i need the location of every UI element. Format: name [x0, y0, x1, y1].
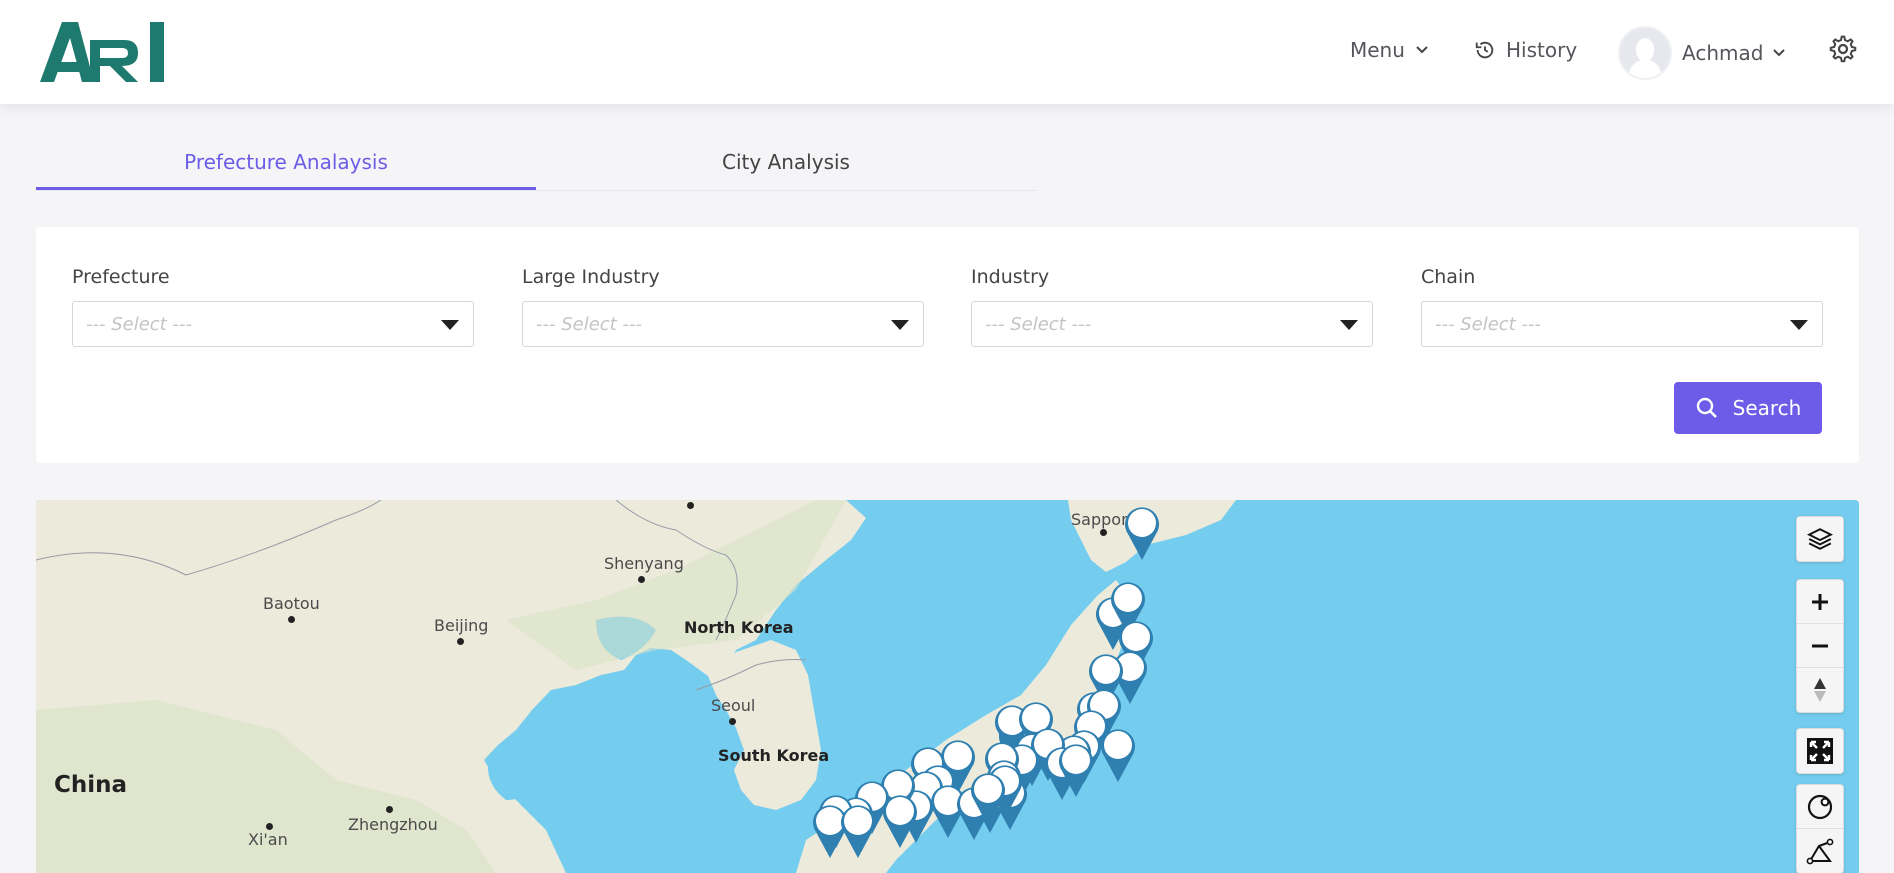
- map-pin-icon[interactable]: [1054, 741, 1098, 799]
- gear-icon[interactable]: [1828, 34, 1858, 64]
- menu-dropdown[interactable]: Menu: [1350, 38, 1429, 62]
- tab-city-analysis[interactable]: City Analysis: [536, 138, 1036, 188]
- prefecture-field: Prefecture --- Select ---: [72, 265, 474, 347]
- caret-down-icon: [1340, 320, 1358, 330]
- chevron-down-icon: [1773, 49, 1786, 57]
- city-dot: [266, 823, 273, 830]
- search-label: Search: [1732, 396, 1802, 420]
- search-button[interactable]: Search: [1674, 382, 1822, 434]
- search-icon: [1696, 397, 1717, 418]
- map-label-shenyang: Shenyang: [604, 554, 684, 573]
- map-label-china: China: [54, 772, 128, 798]
- city-dot: [457, 638, 464, 645]
- large-industry-select[interactable]: --- Select ---: [522, 301, 924, 347]
- user-name: Achmad: [1682, 41, 1764, 65]
- fullscreen-icon[interactable]: [1797, 729, 1843, 773]
- menu-label: Menu: [1350, 38, 1405, 62]
- prefecture-select[interactable]: --- Select ---: [72, 301, 474, 347]
- map-label-north-korea: North Korea: [684, 618, 794, 637]
- draw-control: [1796, 784, 1844, 873]
- analysis-tabs: Prefecture Analaysis City Analysis: [36, 138, 1036, 191]
- prefecture-label: Prefecture: [72, 266, 170, 288]
- ari-logo[interactable]: [38, 20, 170, 84]
- zoom-out-icon[interactable]: [1797, 624, 1843, 668]
- zoom-control: [1796, 579, 1844, 713]
- chain-select[interactable]: --- Select ---: [1421, 301, 1823, 347]
- map-label-zhengzhou: Zhengzhou: [348, 815, 438, 834]
- city-dot: [288, 616, 295, 623]
- rotate-icon[interactable]: [1797, 785, 1843, 829]
- map-pin-icon[interactable]: [1096, 726, 1140, 784]
- tab-prefecture-analysis[interactable]: Prefecture Analaysis: [36, 138, 536, 190]
- chain-placeholder: --- Select ---: [1435, 314, 1541, 335]
- avatar: [1618, 26, 1672, 80]
- filter-panel: Prefecture --- Select --- Large Industry…: [36, 227, 1859, 463]
- city-dot: [729, 718, 736, 725]
- layers-control: [1796, 516, 1844, 562]
- large-industry-label: Large Industry: [522, 266, 660, 288]
- caret-down-icon: [891, 320, 909, 330]
- fullscreen-control: [1796, 728, 1844, 774]
- compass-icon[interactable]: [1797, 668, 1843, 712]
- history-link[interactable]: History: [1474, 38, 1577, 62]
- large-industry-field: Large Industry --- Select ---: [522, 265, 924, 347]
- history-icon: [1475, 41, 1494, 59]
- map-label-xian: Xi'an: [248, 830, 288, 849]
- measure-icon[interactable]: [1797, 829, 1843, 873]
- industry-select[interactable]: --- Select ---: [971, 301, 1373, 347]
- chevron-down-icon: [1416, 46, 1428, 54]
- map-pin-icon[interactable]: [966, 770, 1010, 828]
- chain-label: Chain: [1421, 266, 1476, 288]
- city-dot: [638, 576, 645, 583]
- map-label-baotou: Baotou: [263, 594, 320, 613]
- chain-field: Chain --- Select ---: [1421, 265, 1823, 347]
- prefecture-placeholder: --- Select ---: [86, 314, 192, 335]
- layers-icon[interactable]: [1797, 517, 1843, 561]
- app-header: Menu History Achmad: [0, 0, 1894, 104]
- map-label-south-korea: South Korea: [718, 746, 830, 765]
- map-view[interactable]: Sappor Shenyang Baotou Beijing North Kor…: [36, 500, 1859, 873]
- city-dot: [687, 502, 694, 509]
- map-label-beijing: Beijing: [434, 616, 489, 635]
- large-industry-placeholder: --- Select ---: [536, 314, 642, 335]
- caret-down-icon: [1790, 320, 1808, 330]
- history-label: History: [1506, 38, 1578, 62]
- zoom-in-icon[interactable]: [1797, 580, 1843, 624]
- map-pin-icon[interactable]: [1120, 504, 1164, 562]
- city-dot: [1100, 529, 1107, 536]
- user-icon: [1628, 38, 1662, 78]
- industry-label: Industry: [971, 266, 1050, 288]
- industry-field: Industry --- Select ---: [971, 265, 1373, 347]
- industry-placeholder: --- Select ---: [985, 314, 1091, 335]
- city-dot: [386, 806, 393, 813]
- caret-down-icon: [441, 320, 459, 330]
- map-label-seoul: Seoul: [711, 696, 756, 715]
- map-pin-icon[interactable]: [836, 802, 880, 860]
- user-menu[interactable]: Achmad: [1618, 26, 1786, 80]
